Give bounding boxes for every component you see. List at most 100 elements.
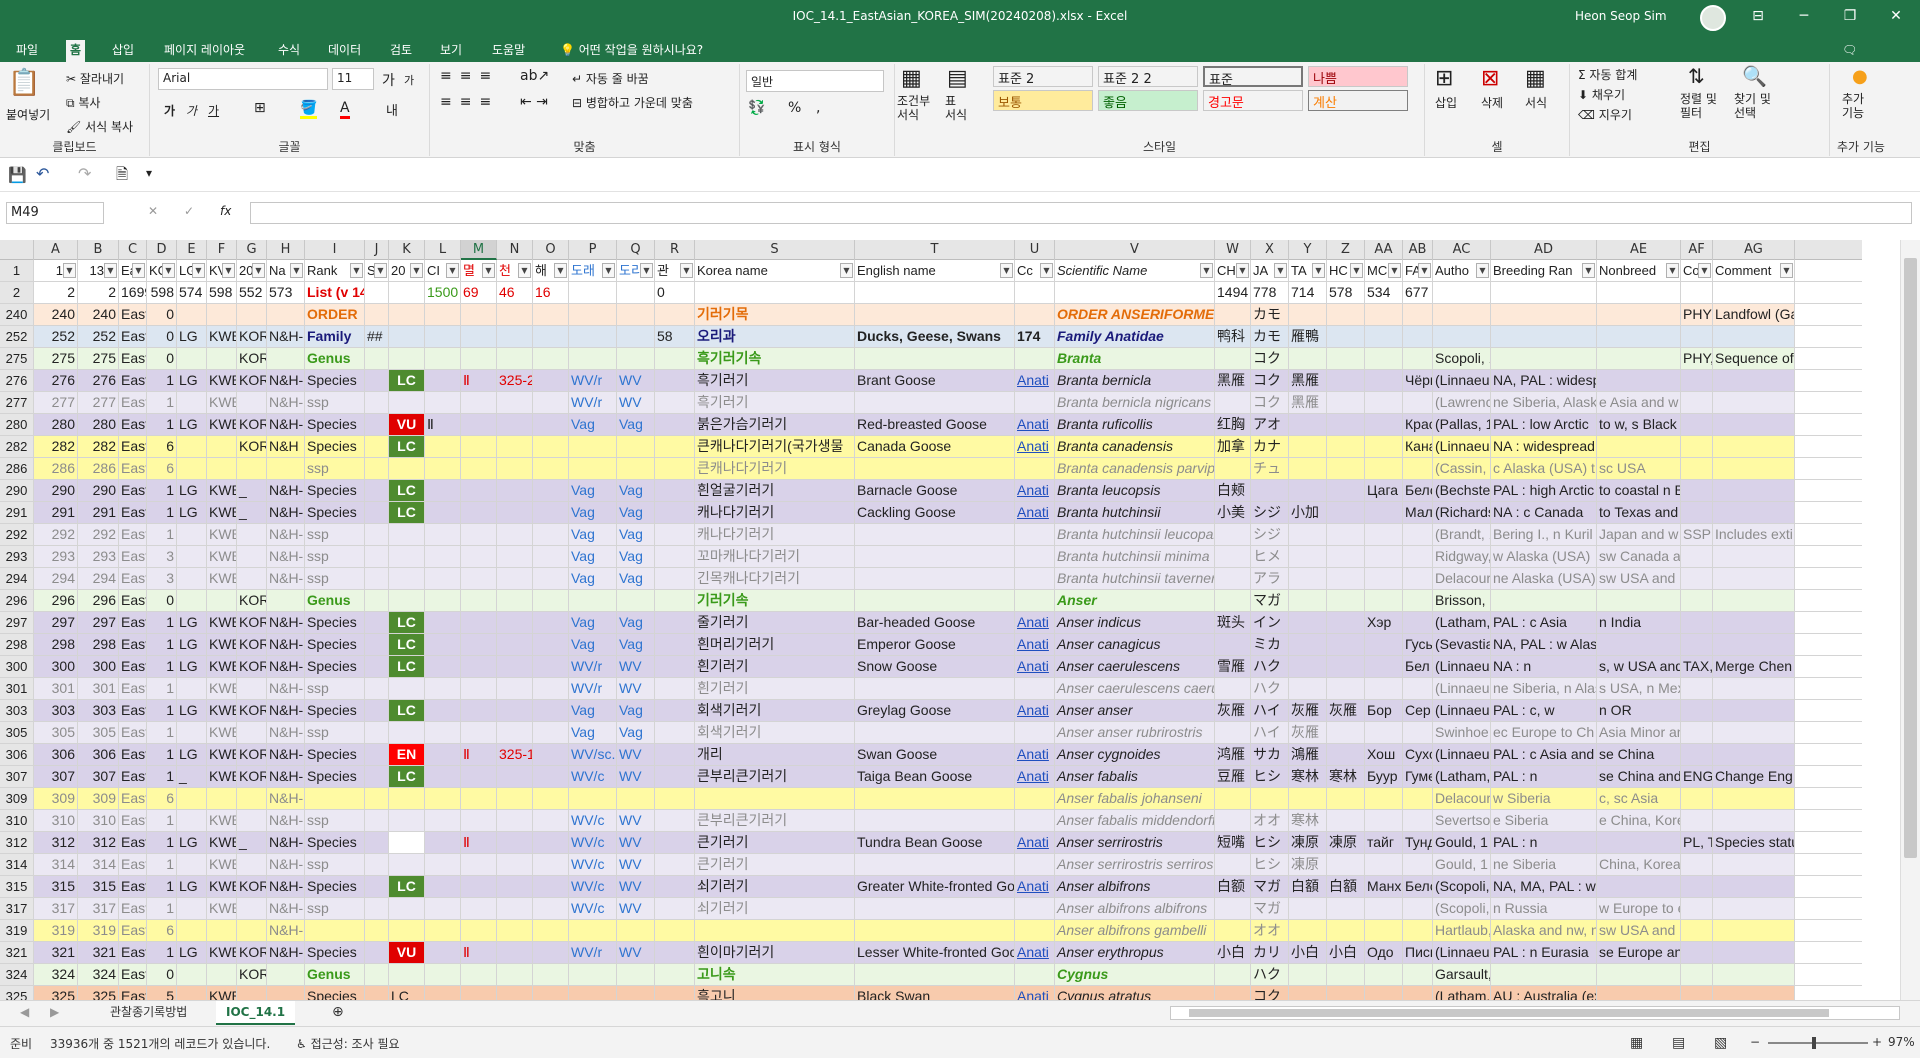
table-cell[interactable]	[1327, 810, 1365, 831]
table-cell[interactable]	[617, 590, 655, 611]
table-cell[interactable]	[1713, 480, 1795, 501]
table-cell[interactable]: KWB	[207, 854, 237, 875]
table-cell[interactable]: sw Canada and w USA	[1597, 546, 1681, 567]
table-cell[interactable]: N&H-	[267, 744, 305, 765]
table-cell[interactable]	[425, 612, 461, 633]
table-cell[interactable]: 붉은가슴기러기	[695, 414, 855, 435]
table-cell[interactable]: 白颊	[1215, 480, 1251, 501]
table-cell[interactable]	[425, 986, 461, 1000]
table-cell[interactable]	[1681, 458, 1713, 479]
table-cell[interactable]	[533, 964, 569, 985]
find-select-icon[interactable]: 🔍	[1742, 64, 1767, 88]
table-cell[interactable]: 1	[147, 414, 177, 435]
table-cell[interactable]: WV/sc.	[569, 744, 617, 765]
table-cell[interactable]: sw USA and Mexico	[1597, 920, 1681, 941]
table-cell[interactable]	[655, 524, 695, 545]
column-header-C[interactable]: C	[119, 240, 147, 260]
table-cell[interactable]	[1681, 612, 1713, 633]
table-cell[interactable]: Ⅱ	[461, 370, 497, 391]
table-cell[interactable]: (Scopoli,	[1433, 898, 1491, 919]
row-header[interactable]: 309	[0, 788, 34, 809]
redo-icon[interactable]: ↷	[78, 164, 91, 183]
table-cell[interactable]: 296	[78, 590, 119, 611]
zoom-slider-handle[interactable]	[1812, 1037, 1816, 1049]
table-cell[interactable]	[1681, 854, 1713, 875]
table-cell[interactable]: オオ	[1251, 810, 1289, 831]
table-cell[interactable]	[461, 546, 497, 567]
table-cell[interactable]: KOR	[237, 766, 267, 787]
filter-dropdown-icon[interactable]: ▼	[640, 263, 653, 278]
table-cell[interactable]: Anati	[1015, 700, 1055, 721]
percent-button[interactable]: %	[788, 100, 801, 116]
table-cell[interactable]	[461, 876, 497, 897]
table-cell[interactable]	[365, 634, 389, 655]
table-cell[interactable]: マガ	[1251, 590, 1289, 611]
table-cell[interactable]	[497, 524, 533, 545]
table-cell[interactable]: 3	[147, 568, 177, 589]
table-cell[interactable]	[695, 920, 855, 941]
table-cell[interactable]	[1403, 546, 1433, 567]
table-cell[interactable]: Canada Goose	[855, 436, 1015, 457]
table-cell[interactable]	[497, 766, 533, 787]
table-cell[interactable]: (Linnaeu	[1433, 678, 1491, 699]
filter-dropdown-icon[interactable]: ▼	[1780, 263, 1793, 278]
table-cell[interactable]	[1289, 964, 1327, 985]
table-cell[interactable]	[655, 656, 695, 677]
table-cell[interactable]	[1289, 546, 1327, 567]
table-cell[interactable]: 1	[147, 480, 177, 501]
table-cell[interactable]	[1015, 810, 1055, 831]
table-cell[interactable]: NA : widespread	[1491, 436, 1597, 457]
table-cell[interactable]	[1289, 436, 1327, 457]
table-cell[interactable]	[655, 700, 695, 721]
horizontal-align-icons[interactable]: ≡≡≡	[440, 94, 499, 110]
table-cell[interactable]	[461, 436, 497, 457]
table-cell[interactable]	[365, 414, 389, 435]
table-cell[interactable]	[1365, 370, 1403, 391]
filter-dropdown-icon[interactable]: ▼	[680, 263, 693, 278]
table-cell[interactable]: 598	[207, 282, 237, 303]
table-cell[interactable]: LC	[389, 480, 425, 501]
table-cell[interactable]: Vag	[617, 480, 655, 501]
table-cell[interactable]: 276	[78, 370, 119, 391]
conditional-format-icon[interactable]: ▦	[901, 66, 922, 91]
table-cell[interactable]	[461, 348, 497, 369]
table-cell[interactable]: カナ	[1251, 436, 1289, 457]
table-cell[interactable]	[461, 678, 497, 699]
table-cell[interactable]	[1681, 480, 1713, 501]
table-cell[interactable]	[1015, 568, 1055, 589]
table-cell[interactable]: LC	[389, 502, 425, 523]
table-cell[interactable]	[389, 524, 425, 545]
cut-button[interactable]: ✂ 잘라내기	[66, 70, 124, 87]
table-cell[interactable]	[461, 634, 497, 655]
table-cell[interactable]: East	[119, 942, 147, 963]
table-cell[interactable]	[1289, 898, 1327, 919]
table-cell[interactable]: 줄기러기	[695, 612, 855, 633]
table-cell[interactable]	[1365, 964, 1403, 985]
table-cell[interactable]	[461, 986, 497, 1000]
table-cell[interactable]: Species	[305, 832, 365, 853]
table-cell[interactable]	[365, 458, 389, 479]
table-cell[interactable]	[855, 590, 1015, 611]
table-cell[interactable]	[1597, 436, 1681, 457]
table-cell[interactable]: LC	[389, 436, 425, 457]
table-cell[interactable]	[533, 722, 569, 743]
table-cell[interactable]	[425, 348, 461, 369]
table-cell[interactable]: 573	[267, 282, 305, 303]
table-cell[interactable]	[1327, 590, 1365, 611]
filter-dropdown-icon[interactable]: ▼	[1476, 263, 1489, 278]
table-cell[interactable]: 534	[1365, 282, 1403, 303]
table-cell[interactable]: 회색기러기	[695, 722, 855, 743]
table-cell[interactable]	[497, 678, 533, 699]
table-cell[interactable]	[1015, 678, 1055, 699]
table-cell[interactable]: KOR	[237, 744, 267, 765]
table-cell[interactable]: 0	[147, 326, 177, 347]
table-cell[interactable]: _	[237, 480, 267, 501]
table-cell[interactable]: ハク	[1251, 656, 1289, 677]
table-cell[interactable]: Swinhoe,	[1433, 722, 1491, 743]
grow-font-button[interactable]: 가	[382, 70, 395, 90]
table-cell[interactable]	[365, 282, 389, 303]
table-cell[interactable]: 317	[34, 898, 78, 919]
table-cell[interactable]: シジ	[1251, 502, 1289, 523]
table-cell[interactable]	[365, 744, 389, 765]
table-cell[interactable]	[1365, 898, 1403, 919]
